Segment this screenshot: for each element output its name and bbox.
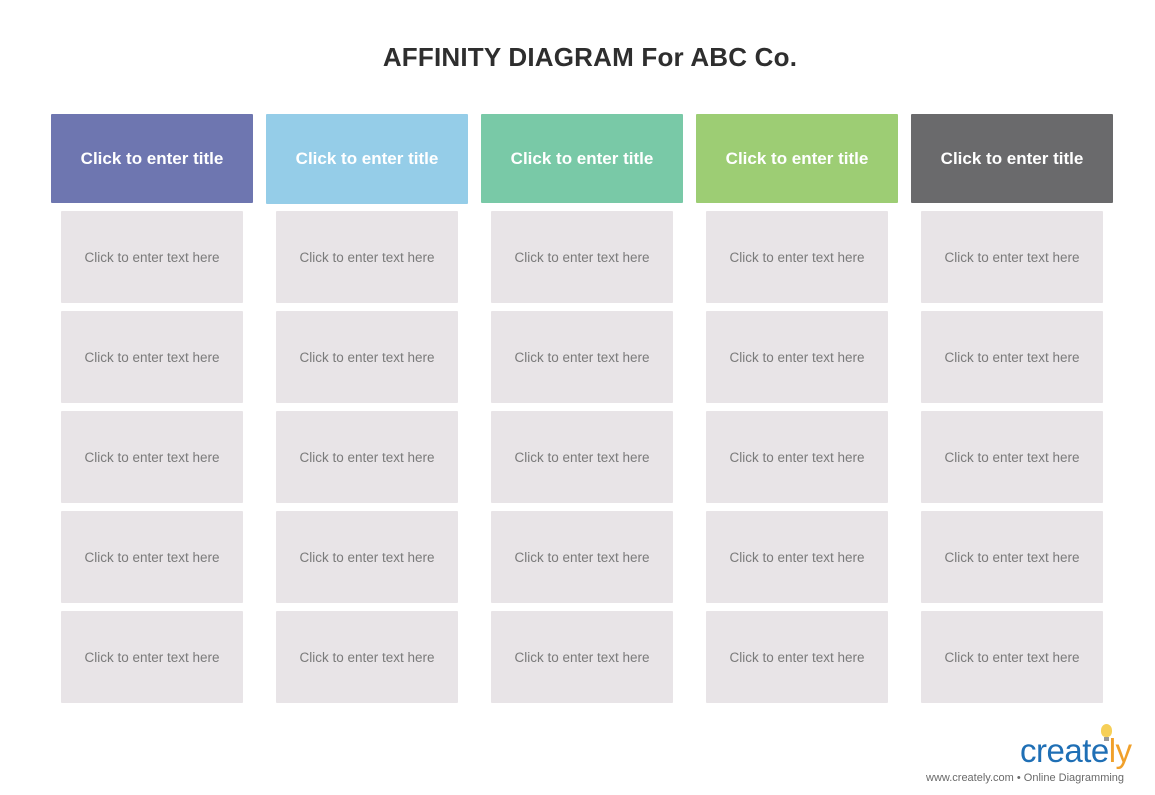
note-card[interactable]: Click to enter text here	[61, 611, 243, 703]
note-card[interactable]: Click to enter text here	[921, 611, 1103, 703]
note-card[interactable]: Click to enter text here	[921, 511, 1103, 603]
note-card[interactable]: Click to enter text here	[276, 311, 458, 403]
creately-logo: creately	[1020, 732, 1132, 770]
logo-main-text: create	[1020, 732, 1109, 769]
diagram-title[interactable]: AFFINITY DIAGRAM For ABC Co.	[0, 42, 1155, 73]
note-card[interactable]: Click to enter text here	[921, 211, 1103, 303]
column-header-2[interactable]: Click to enter title	[266, 114, 468, 204]
note-card[interactable]: Click to enter text here	[61, 511, 243, 603]
note-card[interactable]: Click to enter text here	[491, 311, 673, 403]
note-card[interactable]: Click to enter text here	[61, 211, 243, 303]
note-card[interactable]: Click to enter text here	[276, 511, 458, 603]
note-card[interactable]: Click to enter text here	[276, 411, 458, 503]
logo-accent-text: ly	[1108, 732, 1132, 769]
note-card[interactable]: Click to enter text here	[491, 511, 673, 603]
note-card[interactable]: Click to enter text here	[706, 411, 888, 503]
note-card[interactable]: Click to enter text here	[706, 611, 888, 703]
note-card[interactable]: Click to enter text here	[706, 211, 888, 303]
note-card[interactable]: Click to enter text here	[491, 411, 673, 503]
note-card[interactable]: Click to enter text here	[61, 411, 243, 503]
note-card[interactable]: Click to enter text here	[706, 511, 888, 603]
note-card[interactable]: Click to enter text here	[921, 311, 1103, 403]
note-card[interactable]: Click to enter text here	[491, 211, 673, 303]
note-card[interactable]: Click to enter text here	[921, 411, 1103, 503]
column-header-4[interactable]: Click to enter title	[696, 114, 898, 203]
note-card[interactable]: Click to enter text here	[491, 611, 673, 703]
creately-tagline: www.creately.com • Online Diagramming	[926, 772, 1125, 784]
note-card[interactable]: Click to enter text here	[276, 611, 458, 703]
column-header-5[interactable]: Click to enter title	[911, 114, 1113, 203]
note-card[interactable]: Click to enter text here	[706, 311, 888, 403]
column-header-1[interactable]: Click to enter title	[51, 114, 253, 203]
note-card[interactable]: Click to enter text here	[61, 311, 243, 403]
note-card[interactable]: Click to enter text here	[276, 211, 458, 303]
column-header-3[interactable]: Click to enter title	[481, 114, 683, 203]
